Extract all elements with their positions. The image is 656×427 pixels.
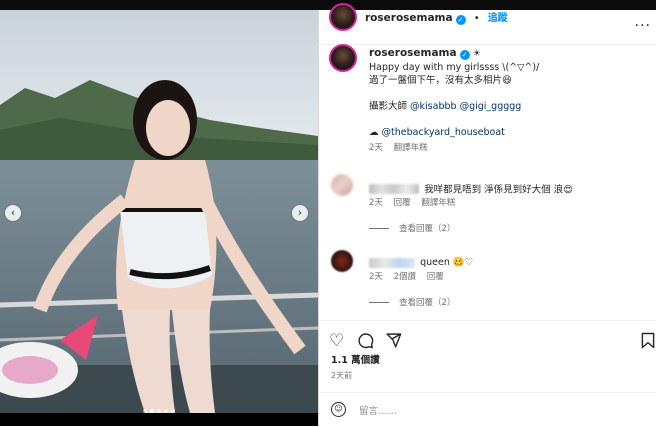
comment-bubble-icon[interactable] bbox=[357, 332, 374, 354]
caption-time[interactable]: 2天 bbox=[369, 143, 383, 153]
comment-likes[interactable]: 2個讚 bbox=[394, 272, 416, 282]
carousel-dot bbox=[143, 409, 147, 413]
carousel-dot bbox=[171, 409, 175, 413]
like-heart-icon[interactable]: ♡ bbox=[329, 331, 344, 351]
carousel-dot bbox=[157, 409, 161, 413]
carousel-prev-button[interactable]: ‹ bbox=[5, 205, 21, 221]
view-replies-dash bbox=[369, 302, 389, 303]
translate-button[interactable]: 翻譯年糕 bbox=[421, 198, 455, 208]
comment-input[interactable]: 留言…… bbox=[359, 403, 397, 417]
emoji-smiley-icon[interactable]: ☺ bbox=[331, 402, 346, 417]
verified-badge-icon: ✓ bbox=[459, 50, 470, 60]
caption-username[interactable]: roserosemama bbox=[369, 47, 457, 59]
commenter-avatar[interactable] bbox=[331, 174, 353, 196]
caption-line-1: Happy day with my girlssss \(^▽^)/ bbox=[369, 62, 540, 73]
translate-button[interactable]: 翻譯年糕 bbox=[394, 143, 428, 153]
view-replies-label: 查看回覆（2） bbox=[399, 298, 456, 308]
likes-count[interactable]: 1.1 萬個讚 bbox=[331, 352, 380, 366]
view-replies-button[interactable]: 查看回覆（2） bbox=[369, 296, 455, 308]
more-dots-icon[interactable]: ··· bbox=[635, 18, 651, 34]
post-dialog: ‹ › roserosemama ✓ • 追蹤 ··· roserosemama ✓… bbox=[0, 3, 656, 427]
author-avatar[interactable] bbox=[329, 3, 357, 31]
reply-button[interactable]: 回覆 bbox=[427, 272, 444, 282]
mention-link[interactable]: @gigi_ggggg bbox=[460, 101, 522, 112]
post-caption: roserosemama ✓ ☀ Happy day with my girlss… bbox=[369, 47, 649, 155]
browser-top-strip bbox=[0, 0, 656, 10]
author-username[interactable]: roserosemama bbox=[365, 12, 453, 24]
carousel-dot bbox=[164, 409, 168, 413]
post-media[interactable]: ‹ › bbox=[0, 10, 318, 426]
comment-time[interactable]: 2天 bbox=[369, 198, 383, 208]
post-age: 2天前 bbox=[331, 371, 353, 380]
view-replies-button[interactable]: 查看回覆（2） bbox=[369, 222, 455, 234]
author-line: roserosemama ✓ • 追蹤 bbox=[365, 6, 508, 25]
comment-text: queen 🥴♡ bbox=[420, 257, 474, 268]
mention-link[interactable]: @kisabbb bbox=[410, 101, 457, 112]
caption-avatar[interactable] bbox=[329, 44, 357, 72]
comment-time[interactable]: 2天 bbox=[369, 272, 383, 282]
reply-button[interactable]: 回覆 bbox=[394, 198, 411, 208]
mention-link[interactable]: @thebackyard_houseboat bbox=[382, 127, 505, 138]
commenter-avatar[interactable] bbox=[331, 250, 353, 272]
view-replies-dash bbox=[369, 228, 389, 229]
comment-text: 我咩都見唔到 淨係見到好大個 浪😍 bbox=[424, 184, 574, 196]
commenter-username-blurred[interactable] bbox=[369, 183, 419, 194]
carousel-dots bbox=[0, 398, 318, 417]
carousel-next-button[interactable]: › bbox=[292, 205, 308, 221]
view-replies-label: 查看回覆（2） bbox=[399, 224, 456, 234]
share-send-icon[interactable] bbox=[385, 332, 402, 354]
caption-line-2: 過了一盤個下午，沒有太多相片😆 bbox=[369, 75, 512, 86]
caption-line-3: 攝影大師 bbox=[369, 101, 411, 112]
commenter-username-blurred[interactable] bbox=[369, 257, 415, 268]
comment-composer: ☺ 留言…… bbox=[319, 392, 656, 427]
save-bookmark-icon[interactable] bbox=[641, 332, 655, 354]
sun-emoji-icon: ☀ bbox=[472, 49, 481, 59]
separator-dot: • bbox=[473, 13, 480, 24]
follow-button[interactable]: 追蹤 bbox=[488, 13, 508, 24]
post-side-panel: roserosemama ✓ • 追蹤 ··· roserosemama ✓ ☀ H… bbox=[318, 3, 656, 427]
post-header: roserosemama ✓ • 追蹤 ··· bbox=[319, 3, 656, 45]
cloud-emoji-icon: ☁ bbox=[369, 127, 382, 138]
carousel-dot-active bbox=[150, 409, 154, 413]
verified-badge-icon: ✓ bbox=[455, 15, 466, 25]
post-photo bbox=[0, 10, 318, 413]
